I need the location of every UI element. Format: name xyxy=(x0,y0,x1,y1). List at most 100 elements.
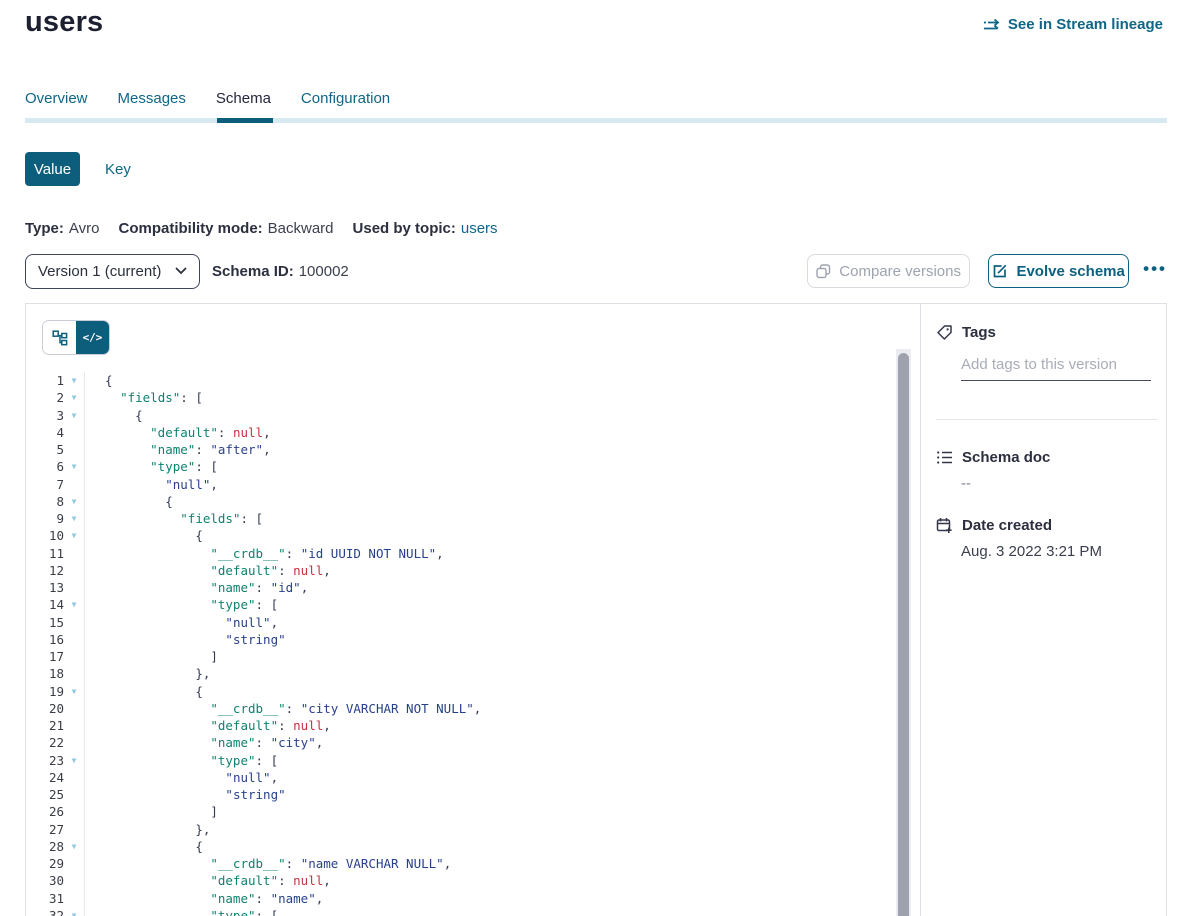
schema-doc-heading: Schema doc xyxy=(962,449,1050,466)
fold-toggle-icon[interactable]: ▼ xyxy=(64,510,85,527)
code-text[interactable]: }, xyxy=(85,665,210,682)
code-view-icon: </> xyxy=(83,331,103,344)
fold-gutter xyxy=(64,786,85,803)
code-text[interactable]: "name": "after", xyxy=(85,441,271,458)
tab-overview[interactable]: Overview xyxy=(25,90,88,107)
fold-toggle-icon[interactable]: ▼ xyxy=(64,493,85,510)
version-select-value: Version 1 (current) xyxy=(38,263,175,280)
line-number: 5 xyxy=(26,441,64,458)
line-number: 9 xyxy=(26,510,64,527)
code-text[interactable]: { xyxy=(85,407,143,424)
code-text[interactable]: { xyxy=(85,493,173,510)
code-text[interactable]: "fields": [ xyxy=(85,389,203,406)
line-number: 29 xyxy=(26,855,64,872)
evolve-schema-button[interactable]: Evolve schema xyxy=(988,254,1129,288)
line-number: 18 xyxy=(26,665,64,682)
fold-toggle-icon[interactable]: ▼ xyxy=(64,458,85,475)
code-text[interactable]: "__crdb__": "id UUID NOT NULL", xyxy=(85,545,444,562)
code-text[interactable]: ] xyxy=(85,803,218,820)
line-number: 1 xyxy=(26,372,64,389)
line-number: 32 xyxy=(26,907,64,916)
tab-configuration[interactable]: Configuration xyxy=(301,90,390,107)
lineage-link-label: See in Stream lineage xyxy=(1008,16,1163,33)
code-text[interactable]: "default": null, xyxy=(85,562,331,579)
add-tags-input[interactable] xyxy=(961,354,1151,381)
line-number: 28 xyxy=(26,838,64,855)
value-toggle-button[interactable]: Value xyxy=(25,152,80,186)
code-text[interactable]: "name": "id", xyxy=(85,579,308,596)
code-line: 16 "string" xyxy=(26,631,904,648)
code-text[interactable]: "name": "name", xyxy=(85,890,323,907)
code-text[interactable]: "type": [ xyxy=(85,458,218,475)
fold-toggle-icon[interactable]: ▼ xyxy=(64,838,85,855)
code-text[interactable]: "__crdb__": "city VARCHAR NOT NULL", xyxy=(85,700,481,717)
code-text[interactable]: "type": [ xyxy=(85,596,278,613)
code-text[interactable]: "null", xyxy=(85,476,218,493)
tree-view-button[interactable] xyxy=(43,321,76,354)
key-toggle-button[interactable]: Key xyxy=(105,161,131,178)
code-view-button[interactable]: </> xyxy=(76,321,109,354)
code-lines: 1▼{2▼ "fields": [3▼ {4 "default": null,5… xyxy=(26,372,904,916)
line-number: 15 xyxy=(26,614,64,631)
fold-toggle-icon[interactable]: ▼ xyxy=(64,407,85,424)
code-text[interactable]: "type": [ xyxy=(85,907,278,916)
fold-gutter xyxy=(64,614,85,631)
fold-toggle-icon[interactable]: ▼ xyxy=(64,372,85,389)
tab-bar: Overview Messages Schema Configuration xyxy=(25,90,390,107)
code-text[interactable]: { xyxy=(85,838,203,855)
line-number: 7 xyxy=(26,476,64,493)
active-tab-indicator xyxy=(217,118,273,123)
fold-toggle-icon[interactable]: ▼ xyxy=(64,527,85,544)
tag-icon xyxy=(936,324,953,341)
fold-gutter xyxy=(64,648,85,665)
code-text[interactable]: "type": [ xyxy=(85,752,278,769)
code-text[interactable]: }, xyxy=(85,821,210,838)
line-number: 8 xyxy=(26,493,64,510)
compare-versions-button[interactable]: Compare versions xyxy=(807,254,970,288)
code-line: 4 "default": null, xyxy=(26,424,904,441)
code-text[interactable]: "default": null, xyxy=(85,424,271,441)
compare-versions-label: Compare versions xyxy=(839,263,961,280)
code-text[interactable]: "null", xyxy=(85,614,278,631)
schema-info-sidebar: Tags Schema doc -- xyxy=(920,304,1166,916)
code-text[interactable]: "fields": [ xyxy=(85,510,263,527)
code-text[interactable]: { xyxy=(85,527,203,544)
fold-gutter xyxy=(64,855,85,872)
more-options-button[interactable]: ••• xyxy=(1143,260,1167,283)
type-value: Avro xyxy=(69,220,100,237)
fold-toggle-icon[interactable]: ▼ xyxy=(64,907,85,916)
schema-id-value: 100002 xyxy=(299,263,349,280)
calendar-plus-icon xyxy=(936,517,953,534)
code-text[interactable]: "name": "city", xyxy=(85,734,323,751)
code-text[interactable]: "string" xyxy=(85,786,286,803)
code-text[interactable]: "null", xyxy=(85,769,278,786)
fold-toggle-icon[interactable]: ▼ xyxy=(64,389,85,406)
fold-toggle-icon[interactable]: ▼ xyxy=(64,596,85,613)
code-text[interactable]: "__crdb__": "name VARCHAR NULL", xyxy=(85,855,451,872)
fold-toggle-icon[interactable]: ▼ xyxy=(64,683,85,700)
code-line: 22 "name": "city", xyxy=(26,734,904,751)
topic-link[interactable]: users xyxy=(461,220,498,237)
schema-toolbar: Version 1 (current) Schema ID: 100002 Co… xyxy=(25,253,1167,289)
schema-doc-value: -- xyxy=(961,475,971,492)
tab-schema[interactable]: Schema xyxy=(216,90,271,107)
code-line: 2▼ "fields": [ xyxy=(26,389,904,406)
editor-scrollbar-thumb[interactable] xyxy=(898,353,909,916)
code-text[interactable]: { xyxy=(85,372,113,389)
code-text[interactable]: { xyxy=(85,683,203,700)
code-line: 28▼ { xyxy=(26,838,904,855)
version-select[interactable]: Version 1 (current) xyxy=(25,254,200,289)
code-text[interactable]: ] xyxy=(85,648,218,665)
fold-gutter xyxy=(64,665,85,682)
line-number: 23 xyxy=(26,752,64,769)
tab-messages[interactable]: Messages xyxy=(118,90,186,107)
see-in-stream-lineage-link[interactable]: See in Stream lineage xyxy=(983,16,1163,33)
code-line: 5 "name": "after", xyxy=(26,441,904,458)
code-text[interactable]: "string" xyxy=(85,631,286,648)
code-text[interactable]: "default": null, xyxy=(85,717,331,734)
schema-id-label: Schema ID: xyxy=(212,263,294,280)
code-text[interactable]: "default": null, xyxy=(85,872,331,889)
line-number: 13 xyxy=(26,579,64,596)
line-number: 27 xyxy=(26,821,64,838)
fold-toggle-icon[interactable]: ▼ xyxy=(64,752,85,769)
